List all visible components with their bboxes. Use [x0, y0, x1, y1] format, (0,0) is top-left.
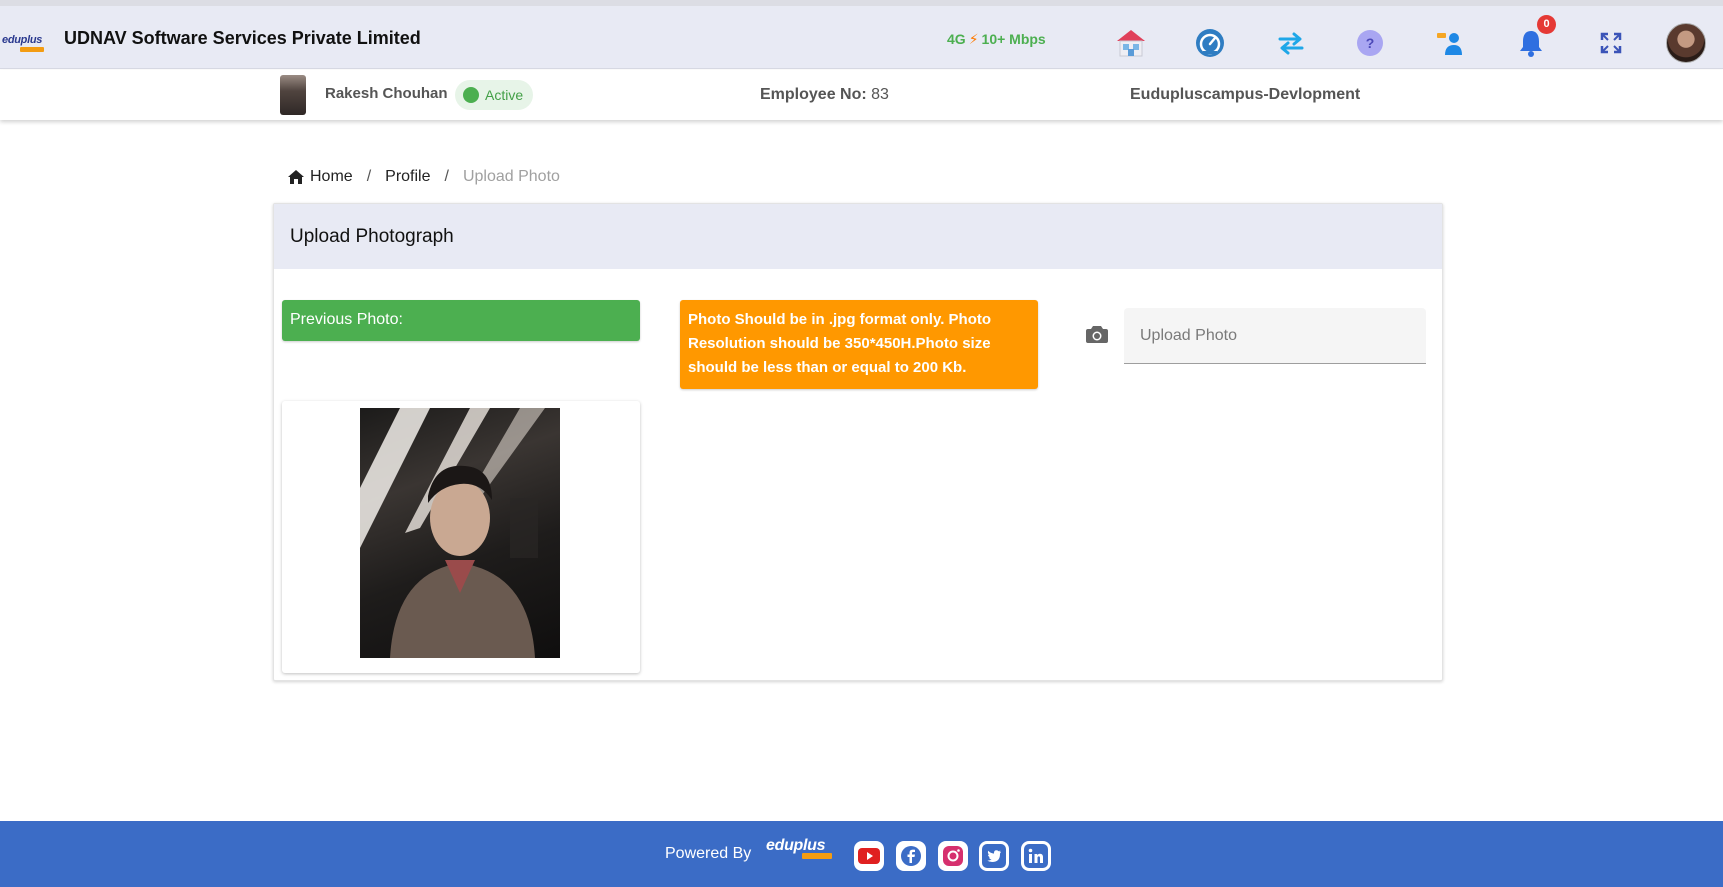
- home-small-icon: [288, 170, 304, 184]
- linkedin-icon[interactable]: [1021, 841, 1051, 871]
- upload-photo-field[interactable]: [1124, 308, 1426, 364]
- network-type: 4G: [947, 31, 966, 47]
- brand-logo-text: eduplus: [2, 34, 43, 46]
- twitter-icon[interactable]: [979, 841, 1009, 871]
- employee-avatar: [280, 75, 306, 115]
- card-title: Upload Photograph: [274, 204, 1442, 269]
- network-indicator: 4G ⚡ 10+ Mbps: [947, 31, 1046, 48]
- fullscreen-icon[interactable]: [1594, 26, 1628, 60]
- youtube-icon[interactable]: [854, 841, 884, 871]
- employee-number: Employee No: 83: [760, 86, 889, 104]
- employee-info-bar: Rakesh Chouhan Active Employee No: 83 Eu…: [0, 70, 1723, 120]
- facebook-icon[interactable]: [896, 841, 926, 871]
- bolt-icon: ⚡: [968, 31, 979, 47]
- status-badge: Active: [455, 80, 534, 110]
- dashboard-icon[interactable]: [1193, 26, 1227, 60]
- photo-requirements-notice: Photo Should be in .jpg format only. Pho…: [680, 300, 1038, 389]
- footer-brand-logo[interactable]: eduplus: [766, 837, 836, 863]
- people-icon[interactable]: [1432, 26, 1466, 60]
- camera-icon[interactable]: [1086, 324, 1108, 344]
- employee-name: Rakesh Chouhan: [325, 85, 448, 102]
- status-text: Active: [485, 87, 524, 103]
- campus-name: Eudupluscampus-Devlopment: [1130, 86, 1361, 103]
- employee-number-label: Employee No:: [760, 86, 867, 103]
- previous-photo-card: [282, 401, 640, 673]
- breadcrumb: Home / Profile / Upload Photo: [288, 168, 560, 186]
- previous-photo: [360, 408, 560, 658]
- app-header: eduplus UDNAV Software Services Private …: [0, 6, 1723, 69]
- home-icon[interactable]: [1114, 26, 1148, 60]
- footer-logo-text: eduplus: [766, 837, 826, 854]
- network-speed: 10+ Mbps: [981, 31, 1046, 47]
- instagram-icon[interactable]: [938, 841, 968, 871]
- employee-number-value: 83: [871, 86, 889, 103]
- previous-photo-label: Previous Photo:: [282, 300, 640, 341]
- breadcrumb-home[interactable]: Home: [310, 168, 353, 186]
- app-footer: Powered By eduplus: [0, 821, 1723, 887]
- notification-badge: 0: [1537, 15, 1556, 34]
- breadcrumb-current: Upload Photo: [462, 168, 560, 185]
- svg-text:?: ?: [1366, 35, 1375, 51]
- brand-logo[interactable]: eduplus: [2, 30, 46, 52]
- switch-icon[interactable]: [1274, 26, 1308, 60]
- upload-photo-input[interactable]: [1140, 326, 1410, 345]
- upload-photo-card: Upload Photograph Previous Photo: Photo …: [273, 203, 1443, 681]
- status-dot-icon: [463, 87, 479, 103]
- breadcrumb-profile[interactable]: Profile: [385, 168, 430, 186]
- user-avatar[interactable]: [1666, 23, 1706, 63]
- powered-by-text: Powered By: [665, 845, 752, 862]
- company-name: UDNAV Software Services Private Limited: [64, 28, 421, 48]
- help-icon[interactable]: ?: [1353, 26, 1387, 60]
